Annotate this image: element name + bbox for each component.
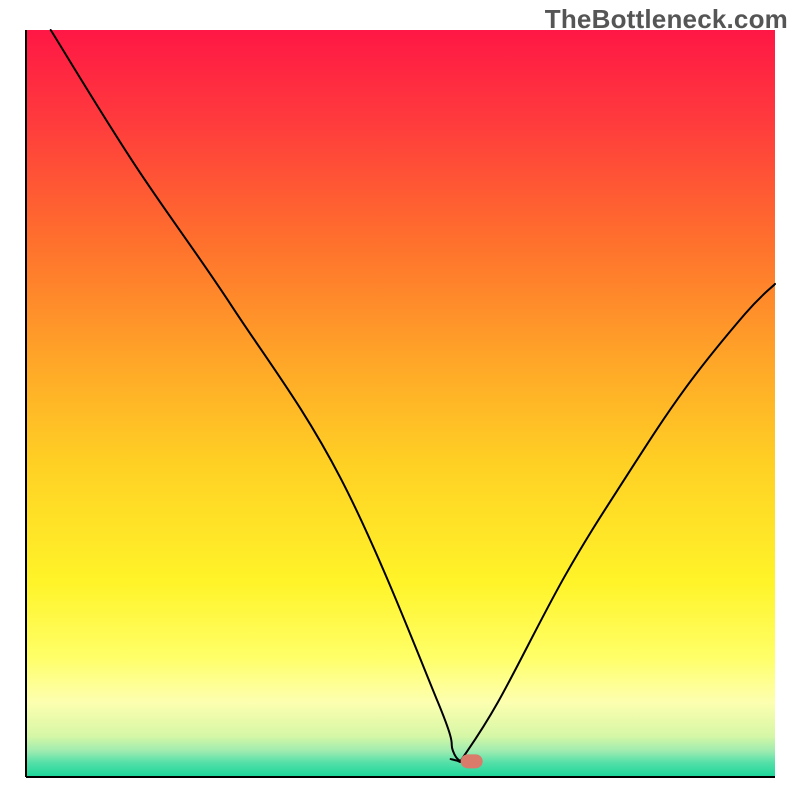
chart-container: TheBottleneck.com: [0, 0, 800, 800]
chart-svg: [0, 0, 800, 800]
marker-group: [461, 754, 483, 768]
plot-background: [26, 30, 775, 777]
bottleneck-marker: [461, 754, 483, 768]
watermark-label: TheBottleneck.com: [545, 4, 788, 35]
